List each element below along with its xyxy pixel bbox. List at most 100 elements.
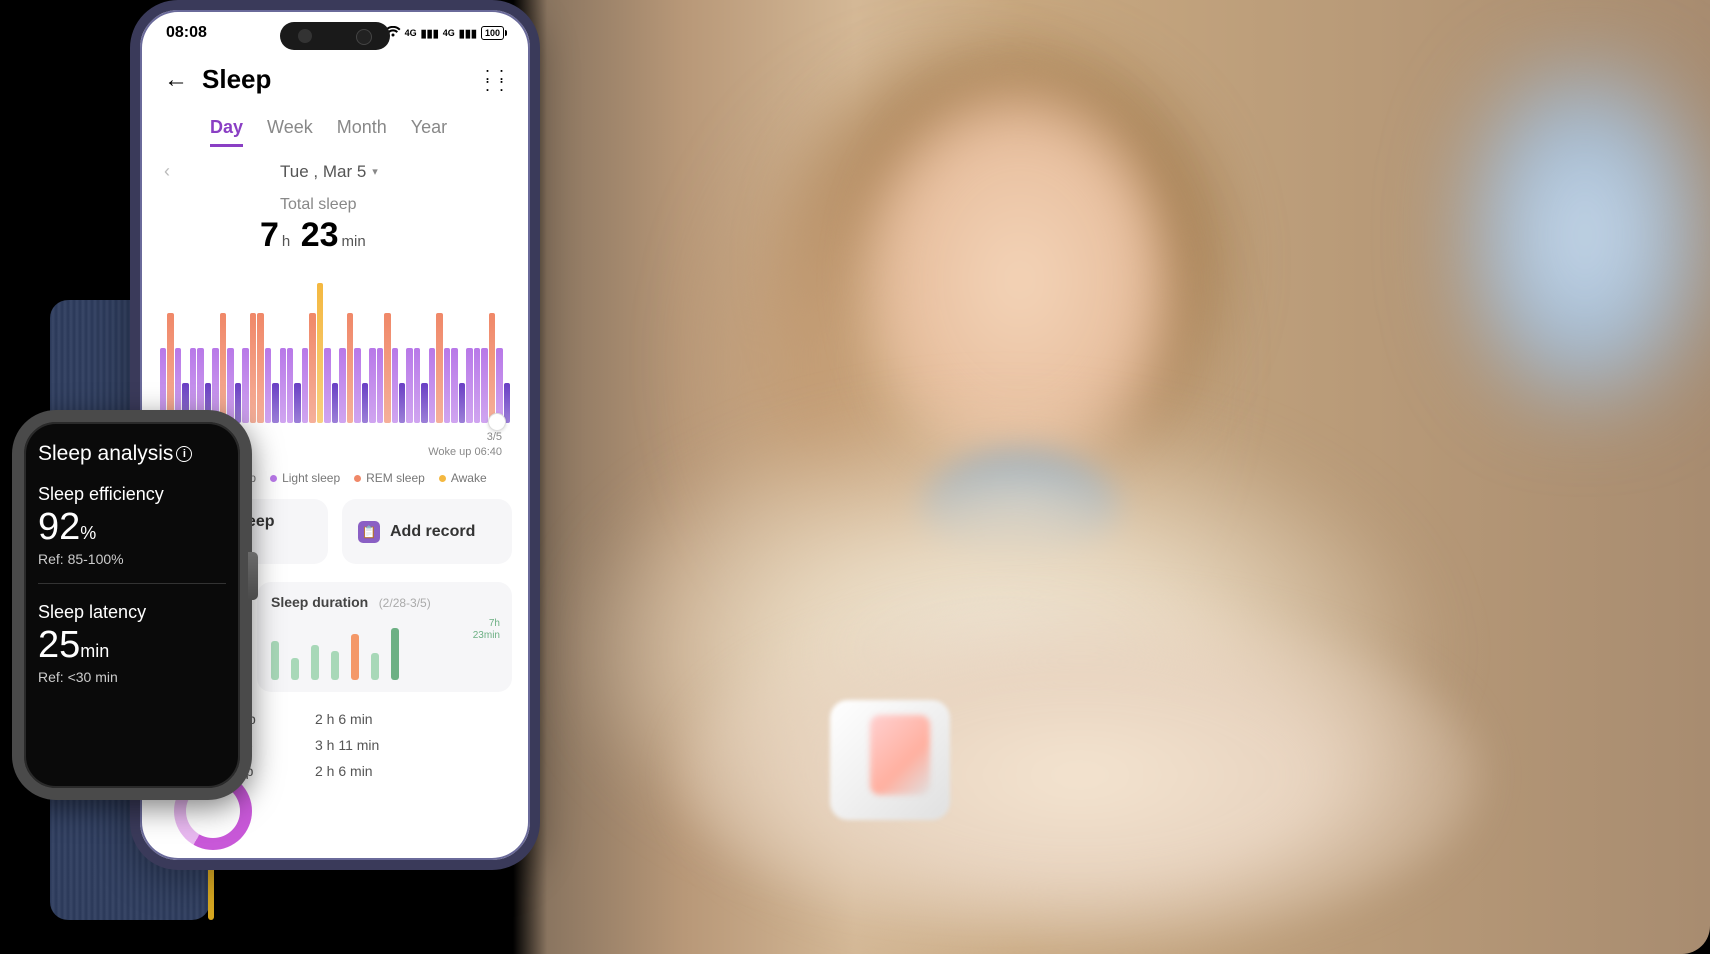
sleep-bar bbox=[257, 313, 263, 423]
annotation-date: 3/5 bbox=[428, 430, 502, 444]
sleep-bar bbox=[347, 313, 353, 423]
sleep-bar bbox=[436, 313, 442, 423]
sleep-bar bbox=[287, 348, 293, 423]
latency-value: 25min bbox=[38, 625, 226, 667]
duration-annotation: 7h 23min bbox=[473, 618, 500, 642]
latency-ref: Ref: <30 min bbox=[38, 669, 226, 685]
chart-annotation: 3/5 Woke up 06:40 bbox=[428, 430, 502, 459]
sleep-bar bbox=[481, 348, 487, 423]
sleep-efficiency-metric: Sleep efficiency 92% Ref: 85-100% bbox=[38, 484, 226, 567]
latency-label: Sleep latency bbox=[38, 602, 226, 623]
mini-bar bbox=[271, 641, 279, 680]
tab-year[interactable]: Year bbox=[411, 117, 447, 147]
sleep-bar bbox=[362, 383, 368, 423]
breakdown-value: 2 h 6 min bbox=[315, 763, 373, 779]
annotation-wake: Woke up 06:40 bbox=[428, 445, 502, 459]
legend-dot-icon bbox=[270, 475, 277, 482]
sleep-bar bbox=[294, 383, 300, 423]
mini-bar bbox=[391, 628, 399, 680]
back-arrow-icon[interactable]: ← bbox=[164, 66, 188, 94]
sleep-bar bbox=[444, 348, 450, 423]
total-minutes: 23 bbox=[301, 216, 339, 254]
signal-bars-icon: ▮▮▮ bbox=[459, 27, 477, 40]
sleep-bar bbox=[459, 383, 465, 423]
sleep-bar bbox=[339, 348, 345, 423]
status-icons: 4G ▮▮▮ 4G ▮▮▮ 100 bbox=[385, 26, 504, 41]
signal-1: 4G bbox=[405, 28, 417, 38]
sleep-bar bbox=[227, 348, 233, 423]
divider bbox=[38, 583, 226, 584]
mini-bar bbox=[371, 653, 379, 680]
add-record-icon: 📋 bbox=[358, 521, 380, 543]
legend-item: REM sleep bbox=[354, 471, 425, 485]
duration-title: Sleep duration bbox=[271, 594, 368, 610]
sleep-bar bbox=[489, 313, 495, 423]
total-sleep-label: Total sleep bbox=[140, 196, 530, 214]
watch-crown bbox=[248, 552, 258, 600]
legend-item: Awake bbox=[439, 471, 487, 485]
watch-title: Sleep analysis i bbox=[38, 442, 226, 466]
sleep-bar bbox=[354, 348, 360, 423]
info-icon[interactable]: i bbox=[176, 446, 192, 462]
sleep-stage-chart[interactable]: 3/5 Woke up 06:40 bbox=[160, 273, 510, 423]
sleep-bar bbox=[466, 348, 472, 423]
chart-scrubber-handle[interactable] bbox=[488, 413, 506, 431]
phone-notch bbox=[280, 22, 390, 50]
legend-dot-icon bbox=[354, 475, 361, 482]
sleep-bar bbox=[496, 348, 502, 423]
tab-month[interactable]: Month bbox=[337, 117, 387, 147]
sleep-bar bbox=[332, 383, 338, 423]
mini-bar bbox=[311, 645, 319, 680]
sleep-bar bbox=[317, 283, 323, 423]
breakdown-value: 2 h 6 min bbox=[315, 711, 373, 727]
legend-dot-icon bbox=[439, 475, 446, 482]
sleep-duration-card[interactable]: Sleep duration (2/28-3/5) 7h 23min bbox=[257, 582, 512, 692]
sleep-bar bbox=[167, 313, 173, 423]
page-title: Sleep bbox=[202, 64, 485, 95]
signal-bars-icon: ▮▮▮ bbox=[421, 27, 439, 40]
sleep-bar bbox=[280, 348, 286, 423]
menu-dots-icon[interactable]: : :: : bbox=[485, 69, 506, 91]
sleep-latency-metric: Sleep latency 25min Ref: <30 min bbox=[38, 602, 226, 685]
sleep-bar bbox=[399, 383, 405, 423]
sleep-bar bbox=[309, 313, 315, 423]
legend-label: Awake bbox=[451, 471, 487, 485]
breakdown-value: 3 h 11 min bbox=[315, 737, 379, 753]
sleep-bar bbox=[414, 348, 420, 423]
mini-bar bbox=[351, 634, 359, 680]
app-header: ← Sleep : :: : bbox=[140, 46, 530, 103]
sleep-bar bbox=[392, 348, 398, 423]
date-dropdown[interactable]: Tue , Mar 5 bbox=[280, 162, 378, 182]
legend-label: REM sleep bbox=[366, 471, 425, 485]
sleep-bar bbox=[384, 313, 390, 423]
total-sleep-value: 7h 23min bbox=[140, 214, 530, 273]
sleep-bar bbox=[272, 383, 278, 423]
battery-icon: 100 bbox=[481, 26, 504, 40]
date-prev-icon[interactable]: ‹ bbox=[164, 161, 170, 182]
sleep-bar bbox=[406, 348, 412, 423]
efficiency-label: Sleep efficiency bbox=[38, 484, 226, 505]
sleep-bar bbox=[451, 348, 457, 423]
date-selector: ‹ Tue , Mar 5 bbox=[140, 147, 530, 196]
status-time: 08:08 bbox=[166, 24, 207, 42]
efficiency-ref: Ref: 85-100% bbox=[38, 551, 226, 567]
total-hours: 7 bbox=[260, 216, 279, 254]
sleep-bar bbox=[369, 348, 375, 423]
bg-decoration bbox=[1460, 60, 1710, 410]
sleep-bar bbox=[250, 313, 256, 423]
sleep-bar bbox=[377, 348, 383, 423]
mini-bar bbox=[331, 651, 339, 681]
sleep-bar bbox=[242, 348, 248, 423]
sleep-bar bbox=[421, 383, 427, 423]
tab-week[interactable]: Week bbox=[267, 117, 313, 147]
legend-item: Light sleep bbox=[270, 471, 340, 485]
sleep-bar bbox=[474, 348, 480, 423]
tab-day[interactable]: Day bbox=[210, 117, 243, 147]
minutes-unit: min bbox=[342, 233, 366, 250]
sleep-bar bbox=[302, 348, 308, 423]
signal-2: 4G bbox=[443, 28, 455, 38]
hours-unit: h bbox=[282, 233, 290, 250]
add-record-card[interactable]: 📋 Add record bbox=[342, 499, 512, 564]
add-record-label: Add record bbox=[390, 523, 475, 541]
legend-label: Light sleep bbox=[282, 471, 340, 485]
